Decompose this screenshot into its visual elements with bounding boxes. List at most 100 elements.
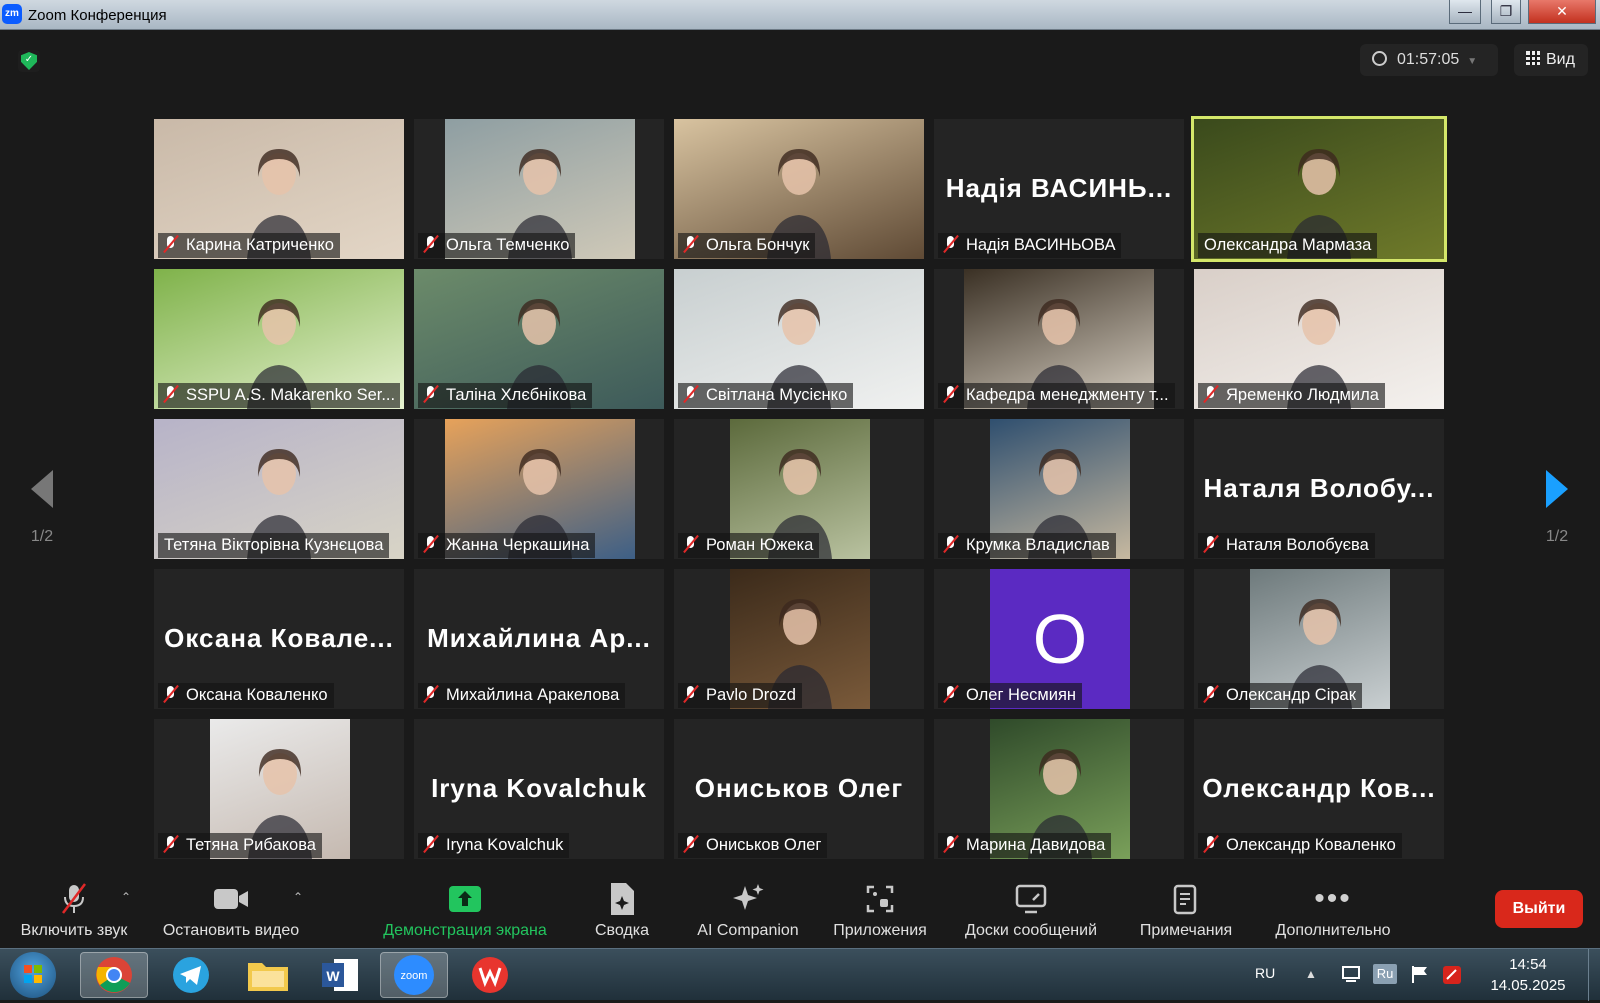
microphone-muted-icon xyxy=(944,385,958,403)
participant-tile[interactable]: Ольга Темченко xyxy=(414,119,664,259)
participant-tile[interactable]: Кафедра менеджменту т... xyxy=(934,269,1184,409)
chrome-taskbar-icon[interactable] xyxy=(80,952,148,998)
participant-tile[interactable]: Ониськов Олег Ониськов Олег xyxy=(674,719,924,859)
language-indicator[interactable]: RU xyxy=(1255,965,1275,981)
arrow-right-icon[interactable] xyxy=(1546,470,1568,508)
maximize-button[interactable]: ❐ xyxy=(1491,0,1521,24)
participant-nametag: Яременко Людмила xyxy=(1198,383,1385,408)
view-button[interactable]: Вид xyxy=(1514,44,1588,76)
participant-tile[interactable]: Pavlo Drozd xyxy=(674,569,924,709)
file-explorer-taskbar-icon[interactable] xyxy=(234,952,302,998)
participant-tile[interactable]: Таліна Хлєбнікова xyxy=(414,269,664,409)
participant-nametag: Марина Давидова xyxy=(938,833,1112,858)
microphone-muted-icon xyxy=(14,878,134,920)
input-language-badge[interactable]: Ru xyxy=(1373,964,1397,984)
participant-tile[interactable]: Тетяна Вікторівна Кузнєцова xyxy=(154,419,404,559)
whiteboards-button[interactable]: Доски сообщений xyxy=(956,878,1106,940)
zoom-taskbar-icon[interactable]: zoom xyxy=(380,952,448,998)
participant-tile[interactable]: Iryna Kovalchuk Iryna Kovalchuk xyxy=(414,719,664,859)
microphone-muted-icon xyxy=(424,535,438,553)
participant-name: Pavlo Drozd xyxy=(706,686,796,704)
participant-nametag: Тетяна Вікторівна Кузнєцова xyxy=(158,533,390,558)
more-dots-icon: ••• xyxy=(1314,882,1352,915)
participant-name: Олександр Коваленко xyxy=(1226,836,1396,854)
participant-tile[interactable]: Олександр Ков... Олександр Коваленко xyxy=(1194,719,1444,859)
participant-name: Роман Южека xyxy=(706,536,814,554)
microphone-muted-icon xyxy=(424,685,438,703)
apps-icon xyxy=(824,878,936,920)
microphone-muted-icon xyxy=(424,385,438,403)
participant-tile[interactable]: Марина Давидова xyxy=(934,719,1184,859)
show-desktop-button[interactable] xyxy=(1588,949,1600,1001)
participant-nametag: SSPU A.S. Makarenko Ser... xyxy=(158,383,400,408)
participant-tile[interactable]: Крумка Владислав xyxy=(934,419,1184,559)
network-icon[interactable] xyxy=(1340,965,1360,983)
participant-display-name: Надія ВАСИНЬ... xyxy=(945,173,1173,203)
participant-nametag: Ониськов Олег xyxy=(678,833,828,858)
audio-options-caret-icon[interactable]: ⌃ xyxy=(121,890,131,904)
pdf-reader-icon[interactable] xyxy=(1442,965,1462,984)
participant-tile[interactable]: Ольга Бончук xyxy=(674,119,924,259)
microphone-muted-icon xyxy=(164,385,178,403)
share-screen-label: Демонстрация экрана xyxy=(383,922,547,939)
minimize-button[interactable]: — xyxy=(1449,0,1481,24)
participant-tile[interactable]: Яременко Людмила xyxy=(1194,269,1444,409)
participant-nametag: Михайлина Аракелова xyxy=(418,683,626,708)
stop-video-button[interactable]: Остановить видео xyxy=(155,878,307,940)
participant-nametag: Ольга Бончук xyxy=(678,233,816,258)
wps-taskbar-icon[interactable] xyxy=(456,952,524,998)
telegram-taskbar-icon[interactable] xyxy=(157,952,225,998)
participant-name: Марина Давидова xyxy=(966,836,1106,854)
participant-tile[interactable]: Жанна Черкашина xyxy=(414,419,664,559)
view-label: Вид xyxy=(1546,51,1575,68)
participant-nametag: Iryna Kovalchuk xyxy=(418,833,570,858)
leave-button[interactable]: Выйти xyxy=(1495,890,1583,928)
participant-name: SSPU A.S. Makarenko Ser... xyxy=(186,386,396,404)
participant-tile[interactable]: Тетяна Рибакова xyxy=(154,719,404,859)
microphone-muted-icon xyxy=(424,835,438,853)
ai-companion-button[interactable]: AI Companion xyxy=(689,878,807,940)
video-options-caret-icon[interactable]: ⌃ xyxy=(293,890,303,904)
participant-nametag: Наталя Волобуєва xyxy=(1198,533,1375,558)
participant-nametag: Жанна Черкашина xyxy=(418,533,596,558)
participant-tile[interactable]: Наталя Волобу... Наталя Волобуєва xyxy=(1194,419,1444,559)
participant-tile[interactable]: Світлана Мусієнко xyxy=(674,269,924,409)
participant-tile[interactable]: Олександра Мармаза xyxy=(1191,116,1447,262)
participant-tile[interactable]: Надія ВАСИНЬ... Надія ВАСИНЬОВА xyxy=(934,119,1184,259)
participant-tile[interactable]: Олександр Сірак xyxy=(1194,569,1444,709)
participant-tile[interactable]: О Олег Несмиян xyxy=(934,569,1184,709)
participant-nametag: Оксана Коваленко xyxy=(158,683,334,708)
more-button[interactable]: ••• Дополнительно xyxy=(1266,878,1400,940)
participant-name: Олександр Сірак xyxy=(1226,686,1356,704)
summary-document-icon xyxy=(587,878,657,920)
start-button[interactable] xyxy=(10,952,56,998)
participant-name: Iryna Kovalchuk xyxy=(446,836,564,854)
participant-tile[interactable]: SSPU A.S. Makarenko Ser... xyxy=(154,269,404,409)
stop-video-label: Остановить видео xyxy=(162,922,300,939)
notes-button[interactable]: Примечания xyxy=(1134,878,1238,940)
microphone-muted-icon xyxy=(1204,685,1218,703)
apps-button[interactable]: Приложения xyxy=(824,878,936,940)
clock-date[interactable]: 14.05.2025 xyxy=(1481,977,1575,994)
arrow-left-icon[interactable] xyxy=(31,470,53,508)
unmute-button[interactable]: Включить звук xyxy=(14,878,134,940)
participant-tile[interactable]: Карина Катриченко xyxy=(154,119,404,259)
meeting-timer[interactable]: 01:57:05 ▼ xyxy=(1360,44,1498,76)
participant-tile[interactable]: Михайлина Ар... Михайлина Аракелова xyxy=(414,569,664,709)
flag-icon[interactable] xyxy=(1410,965,1430,983)
security-shield-icon[interactable]: ✓ xyxy=(18,50,40,72)
prev-page[interactable]: 1/2 xyxy=(22,470,62,546)
participant-tile[interactable]: Роман Южека xyxy=(674,419,924,559)
clock-time[interactable]: 14:54 xyxy=(1488,956,1568,973)
participant-tile[interactable]: Оксана Ковале... Оксана Коваленко xyxy=(154,569,404,709)
participant-name: Яременко Людмила xyxy=(1226,386,1379,404)
word-taskbar-icon[interactable]: W xyxy=(306,952,374,998)
share-screen-button[interactable]: Демонстрация экрана xyxy=(374,878,556,940)
show-hidden-icons-icon[interactable]: ▲ xyxy=(1305,967,1317,981)
microphone-muted-icon xyxy=(684,835,698,853)
close-button[interactable]: ✕ xyxy=(1528,0,1596,24)
next-page[interactable]: 1/2 xyxy=(1537,470,1577,546)
participant-name: Оксана Коваленко xyxy=(186,686,328,704)
summary-button[interactable]: Сводка xyxy=(587,878,657,940)
participant-display-name: Михайлина Ар... xyxy=(427,623,651,653)
